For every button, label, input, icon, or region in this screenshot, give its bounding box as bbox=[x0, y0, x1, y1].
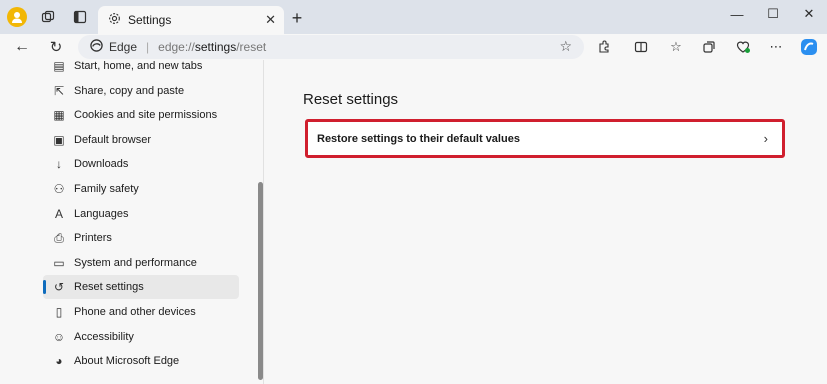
default-browser-icon: ▣ bbox=[53, 133, 65, 147]
close-window-button[interactable]: ✕ bbox=[792, 4, 826, 24]
address-separator: | bbox=[146, 40, 150, 54]
workspaces-icon[interactable] bbox=[37, 6, 59, 28]
sidebar-item-label: About Microsoft Edge bbox=[74, 355, 180, 367]
sidebar-item-label: Default browser bbox=[74, 134, 152, 146]
sidebar-item-label: Family safety bbox=[74, 183, 139, 195]
tab-close-icon[interactable]: ✕ bbox=[265, 12, 276, 28]
share-icon: ⇱ bbox=[53, 84, 65, 98]
favorite-star-icon[interactable]: ☆ bbox=[559, 38, 572, 55]
settings-main: Reset settings Restore settings to their… bbox=[265, 60, 827, 384]
content-area: ▤ Start, home, and new tabs ⇱ Share, copy a… bbox=[0, 59, 827, 384]
restore-defaults-label: Restore settings to their default values bbox=[317, 132, 520, 145]
languages-icon: A bbox=[54, 207, 63, 221]
sidebar-item-start-home-and-new-tabs[interactable]: ▤ Start, home, and new tabs bbox=[43, 54, 239, 78]
settings-sidebar: ▤ Start, home, and new tabs ⇱ Share, copy a… bbox=[0, 59, 264, 384]
extensions-icon[interactable] bbox=[594, 38, 614, 56]
url-scheme: edge:// bbox=[158, 40, 195, 54]
chevron-right-icon: › bbox=[763, 131, 768, 146]
sidebar-item-label: Phone and other devices bbox=[74, 306, 196, 318]
sidebar-item-share-copy-and-paste[interactable]: ⇱ Share, copy and paste bbox=[43, 79, 239, 103]
sidebar-item-phone-and-other-devices[interactable]: ▯ Phone and other devices bbox=[43, 300, 239, 324]
profile-avatar[interactable] bbox=[7, 7, 27, 27]
sidebar-item-label: Reset settings bbox=[74, 281, 144, 293]
printer-icon: ⎙ bbox=[54, 230, 64, 245]
url-path: /reset bbox=[236, 40, 267, 54]
system-icon: ▭ bbox=[53, 256, 65, 270]
sidebar-item-reset-settings[interactable]: ↺ Reset settings bbox=[43, 275, 239, 299]
sidebar-item-label: Start, home, and new tabs bbox=[74, 60, 203, 72]
sidebar-item-label: Accessibility bbox=[74, 331, 134, 343]
sidebar-item-about-microsoft-edge[interactable]: ◕ About Microsoft Edge bbox=[43, 349, 239, 373]
tab-title: Settings bbox=[128, 13, 172, 27]
sidebar-item-label: System and performance bbox=[74, 257, 197, 269]
sidebar-item-accessibility[interactable]: ☺ Accessibility bbox=[43, 325, 239, 349]
browser-essentials-icon[interactable] bbox=[733, 38, 753, 56]
cookies-icon: ▦ bbox=[53, 108, 65, 122]
start-home-icon: ▤ bbox=[53, 59, 65, 73]
tab-settings[interactable]: Settings ✕ bbox=[98, 6, 284, 34]
url-host: settings bbox=[194, 40, 237, 54]
sidebar-item-languages[interactable]: A Languages bbox=[43, 202, 239, 226]
sidebar-item-label: Share, copy and paste bbox=[74, 85, 185, 97]
gear-icon bbox=[108, 12, 121, 28]
restore-defaults-button[interactable]: Restore settings to their default values… bbox=[305, 119, 785, 158]
page-title: Reset settings bbox=[303, 91, 399, 108]
new-tab-button[interactable]: + bbox=[286, 7, 308, 29]
sidebar-item-default-browser[interactable]: ▣ Default browser bbox=[43, 128, 239, 152]
sidebar-item-family-safety[interactable]: ⚇ Family safety bbox=[43, 177, 239, 201]
download-icon: ↓ bbox=[56, 157, 62, 171]
sidebar-item-label: Printers bbox=[74, 232, 112, 244]
sidebar-item-label: Cookies and site permissions bbox=[74, 109, 218, 121]
sidebar-item-system-and-performance[interactable]: ▭ System and performance bbox=[43, 251, 239, 275]
edge-logo-icon bbox=[90, 39, 103, 55]
sidebar-item-printers[interactable]: ⎙ Printers bbox=[43, 226, 239, 250]
sidebar-item-label: Downloads bbox=[74, 158, 129, 170]
sidebar-item-downloads[interactable]: ↓ Downloads bbox=[43, 152, 239, 176]
vertical-tabs-icon[interactable] bbox=[69, 6, 91, 28]
edge-icon: ◕ bbox=[55, 354, 63, 368]
phone-icon: ▯ bbox=[55, 305, 63, 319]
sidebar-item-label: Languages bbox=[74, 208, 129, 220]
favorites-icon[interactable]: ☆ bbox=[666, 38, 686, 56]
maximize-button[interactable]: ☐ bbox=[756, 4, 790, 24]
collections-icon[interactable] bbox=[699, 38, 719, 56]
copilot-icon[interactable] bbox=[799, 38, 819, 56]
sidebar-scrollbar[interactable] bbox=[258, 182, 263, 380]
back-icon[interactable]: ← bbox=[12, 38, 32, 56]
title-bar: Settings ✕ + — ☐ ✕ bbox=[0, 0, 827, 34]
reset-icon: ↺ bbox=[53, 280, 65, 294]
minimize-button[interactable]: — bbox=[720, 4, 754, 24]
sidebar-item-cookies-and-site-permissions[interactable]: ▦ Cookies and site permissions bbox=[43, 103, 239, 127]
family-icon: ⚇ bbox=[53, 182, 65, 196]
split-screen-icon[interactable] bbox=[631, 38, 651, 56]
site-label: Edge bbox=[109, 40, 138, 54]
more-options-icon[interactable]: ⋯ bbox=[766, 38, 786, 56]
accessibility-icon: ☺ bbox=[52, 330, 66, 344]
profile-icon bbox=[12, 12, 22, 23]
